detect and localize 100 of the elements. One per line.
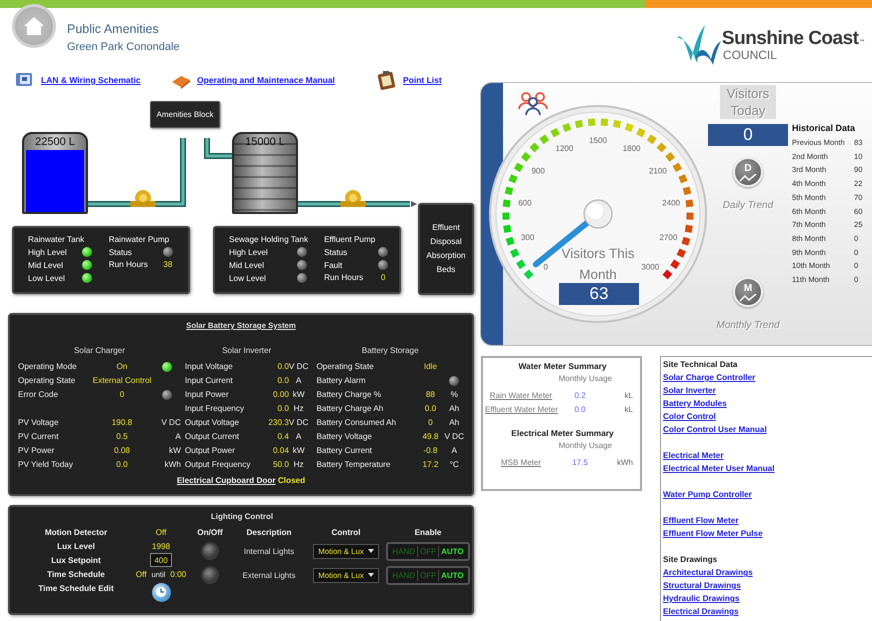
reading-value: 0.0 <box>276 362 289 372</box>
reading-unit: Hz <box>292 404 305 414</box>
logo-council: COUNCIL <box>722 48 778 62</box>
document-link[interactable]: Color Control User Manual <box>663 423 767 436</box>
door-status: Closed <box>278 476 306 486</box>
summary-title: Water Meter Summary <box>517 361 608 373</box>
document-link[interactable]: Effluent Flow Meter <box>663 514 739 527</box>
reading-unit: V DC <box>288 418 308 427</box>
status-label: Status <box>108 248 133 256</box>
meter-link[interactable]: MSB Meter <box>485 458 557 466</box>
reading-unit: A <box>450 446 458 455</box>
document-link[interactable]: Structural Drawings <box>663 579 741 592</box>
gauge-tick-label: 3000 <box>641 262 660 272</box>
column-heading: Description <box>246 528 292 536</box>
reading-label: Operating Mode <box>18 362 78 372</box>
reading-value: 190.8 <box>110 418 134 427</box>
usage-heading: Monthly Usage <box>558 374 613 385</box>
section-heading: Site Technical Data <box>663 359 738 371</box>
setting-label: Motion Detector <box>44 528 108 536</box>
reading-value: External Control <box>92 376 152 386</box>
reading-unit: Ah <box>448 418 460 427</box>
status-label: Fault <box>324 260 344 270</box>
setting-label: Lux Setpoint <box>50 556 102 564</box>
meter-unit: kWh <box>616 458 633 466</box>
document-link[interactable]: Color Control <box>663 410 716 423</box>
today-count: 0 <box>708 124 788 146</box>
document-link[interactable]: Water Pump Controller <box>663 488 752 501</box>
document-link[interactable]: Effluent Flow Meter Pulse <box>663 527 763 540</box>
setting-label: Time Schedule <box>46 570 106 578</box>
reading-value: 0.0 <box>424 404 438 414</box>
disposal-label: Effluent Disposal Absorption Beds <box>418 203 474 295</box>
setpoint-field[interactable]: 400 <box>150 553 172 567</box>
document-link[interactable]: LAN & Wiring Schematic <box>14 70 170 90</box>
section-heading: Solar Charger <box>72 346 126 357</box>
caret-icon <box>368 573 374 577</box>
setting-value: Off <box>156 528 166 536</box>
reading-value: 0.0 <box>115 460 129 469</box>
status-label: Mid Level <box>229 260 266 270</box>
document-link[interactable]: Battery Modules <box>663 397 727 410</box>
document-link[interactable]: Hydraulic Drawings <box>663 592 740 605</box>
document-link[interactable]: Solar Charge Controller <box>663 371 756 384</box>
document-link[interactable]: Electrical Drawings <box>663 605 739 618</box>
meter-value: 0.2 <box>573 390 587 400</box>
document-link[interactable]: Architectural Drawings <box>663 566 753 579</box>
document-link[interactable]: Operating and Maintenace Manual <box>170 70 376 90</box>
reading-unit: A <box>294 376 302 386</box>
reading-value: On <box>116 362 128 372</box>
reading-label: Input Current <box>184 376 234 386</box>
reading-label: Input Power <box>184 390 230 400</box>
logo-name: Sunshine Coast <box>722 28 858 50</box>
home-button[interactable] <box>12 4 56 48</box>
light-toggle[interactable] <box>201 566 219 584</box>
schedule-time: 0:00 <box>170 570 186 578</box>
reading-unit: kW <box>292 446 306 455</box>
gauge-caption: Visitors This Month <box>561 245 635 284</box>
reading-value: 0 <box>427 418 434 427</box>
reading-label: Input Frequency <box>184 404 246 414</box>
gauge-tick-label: 1500 <box>589 136 607 145</box>
building-label: Amenities Block <box>150 101 220 128</box>
panel-heading: Rainwater Pump <box>108 235 170 244</box>
trend-label: Daily Trend <box>722 200 774 211</box>
setting-label: Time Schedule Edit <box>37 584 115 592</box>
page-title: Public Amenities <box>67 22 159 36</box>
tank-capacity: 15000 L <box>245 136 285 149</box>
column-heading: On/Off <box>197 528 223 536</box>
gauge-tick-label: 2400 <box>662 198 680 208</box>
reading-label: Battery Temperature <box>316 460 392 469</box>
usage-heading: Monthly Usage <box>558 441 613 452</box>
reading-value: 0 <box>118 390 126 400</box>
document-link[interactable]: Solar Inverter <box>663 384 716 397</box>
setting-label: Lux Level <box>56 542 96 550</box>
section-heading: Site Drawings <box>663 554 718 566</box>
schedule-edit-button[interactable] <box>152 582 170 602</box>
document-link[interactable]: Electrical Meter User Manual <box>663 462 774 475</box>
gauge-tick-label: 1800 <box>622 144 640 154</box>
meter-link[interactable]: Rain Water Meter <box>485 390 557 400</box>
panel-title: Lighting Control <box>210 512 274 521</box>
reading-unit: V DC <box>444 432 464 441</box>
panel-heading: Sewage Holding Tank <box>229 235 308 244</box>
mode-option[interactable]: AUTO <box>438 570 466 580</box>
door-link[interactable]: Electrical Cupboard Door <box>176 476 276 486</box>
section-heading: Battery Storage <box>360 346 420 357</box>
house-icon <box>23 15 45 37</box>
today-caption: Visitors Today <box>720 85 776 119</box>
gauge-tick-label: 600 <box>518 198 532 208</box>
gauge-tick-label: 2700 <box>659 232 678 242</box>
reading-label: PV Power <box>18 446 56 455</box>
reading-value: 0.0 <box>276 404 289 414</box>
reading-label: PV Current <box>18 432 60 441</box>
light-description: Internal Lights <box>244 546 294 556</box>
meter-link[interactable]: Effluent Water Meter <box>485 404 557 414</box>
reading-unit: Ah <box>448 404 460 414</box>
light-toggle[interactable] <box>201 542 219 560</box>
page-subtitle: Green Park Conondale <box>67 41 180 53</box>
reading-value: 88 <box>424 390 436 400</box>
tank-capacity: 22500 L <box>35 136 75 149</box>
document-link[interactable]: Point List <box>376 70 442 90</box>
reading-value: 0.4 <box>276 432 289 441</box>
mode-option[interactable]: AUTO <box>438 546 466 556</box>
document-link[interactable]: Electrical Meter <box>663 449 724 462</box>
